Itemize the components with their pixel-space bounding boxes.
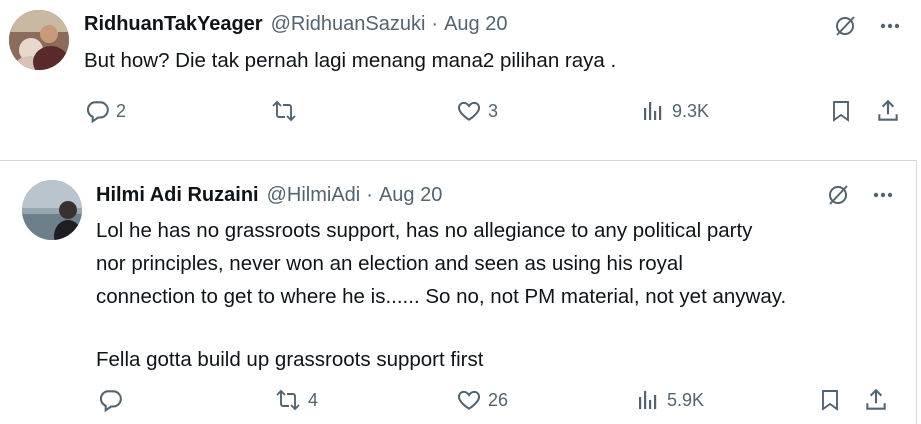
bookmark-button[interactable]: [818, 387, 842, 413]
tweet-header: RidhuanTakYeager @RidhuanSazuki · Aug 20: [84, 13, 507, 36]
like-count: 3: [488, 100, 499, 121]
view-count: 5.9K: [667, 389, 705, 410]
tweet-actions: 4 26 5.9K: [0, 387, 916, 417]
view-count: 9.3K: [672, 100, 710, 121]
avatar[interactable]: [22, 180, 82, 240]
views-button[interactable]: 5.9K: [637, 387, 704, 413]
bookmark-button[interactable]: [829, 98, 853, 124]
repost-count: 4: [308, 389, 319, 410]
like-count: 26: [488, 389, 509, 410]
tweet-header: Hilmi Adi Ruzaini @HilmiAdi · Aug 20: [96, 184, 442, 207]
views-icon: [637, 387, 661, 413]
tweet-text-line: nor principles, never won an election an…: [96, 252, 683, 275]
repost-button[interactable]: [270, 98, 304, 124]
share-button[interactable]: [875, 98, 901, 124]
author-name[interactable]: Hilmi Adi Ruzaini: [96, 184, 259, 207]
reply-count: 2: [116, 100, 127, 121]
grok-icon[interactable]: [826, 183, 850, 207]
views-button[interactable]: 9.3K: [642, 98, 709, 124]
more-icon[interactable]: [872, 184, 894, 206]
avatar[interactable]: [9, 10, 69, 70]
reply-icon: [97, 387, 123, 413]
tweet-actions: 2 3 9.3K: [0, 98, 921, 128]
like-icon: [456, 387, 482, 413]
tweet-text: Lol he has no grassroots support, has no…: [96, 214, 786, 376]
author-name[interactable]: RidhuanTakYeager: [84, 13, 263, 36]
bookmark-icon: [829, 98, 853, 124]
reply-icon: [84, 98, 110, 124]
share-icon: [863, 387, 889, 413]
tweet-text-line: Fella gotta build up grassroots support …: [96, 348, 484, 371]
tweet[interactable]: Hilmi Adi Ruzaini @HilmiAdi · Aug 20 Lol…: [0, 160, 917, 424]
tweet-date[interactable]: Aug 20: [379, 184, 442, 207]
repost-button[interactable]: 4: [274, 387, 318, 413]
reply-button[interactable]: [97, 387, 129, 413]
tweet-text-line: connection to get to where he is...... S…: [96, 285, 787, 308]
grok-icon[interactable]: [833, 14, 857, 38]
views-icon: [642, 98, 666, 124]
tweet-text-line: Lol he has no grassroots support, has no…: [96, 219, 753, 242]
tweet-date[interactable]: Aug 20: [444, 13, 507, 36]
like-button[interactable]: 26: [456, 387, 508, 413]
share-button[interactable]: [863, 387, 889, 413]
separator: ·: [366, 184, 373, 206]
tweet-text-line: But how? Die tak pernah lagi menang mana…: [84, 49, 617, 72]
reply-button[interactable]: 2: [84, 98, 126, 124]
author-handle[interactable]: @HilmiAdi: [267, 184, 361, 207]
like-icon: [456, 98, 482, 124]
tweet-top-actions: [826, 183, 894, 207]
tweet-text: But how? Die tak pernah lagi menang mana…: [84, 44, 616, 77]
more-icon[interactable]: [879, 15, 901, 37]
repost-icon: [270, 98, 298, 124]
like-button[interactable]: 3: [456, 98, 498, 124]
bookmark-icon: [818, 387, 842, 413]
share-icon: [875, 98, 901, 124]
author-handle[interactable]: @RidhuanSazuki: [271, 13, 426, 36]
separator: ·: [431, 13, 439, 35]
tweet[interactable]: RidhuanTakYeager @RidhuanSazuki · Aug 20…: [0, 0, 921, 160]
tweet-top-actions: [833, 14, 901, 38]
repost-icon: [274, 387, 302, 413]
